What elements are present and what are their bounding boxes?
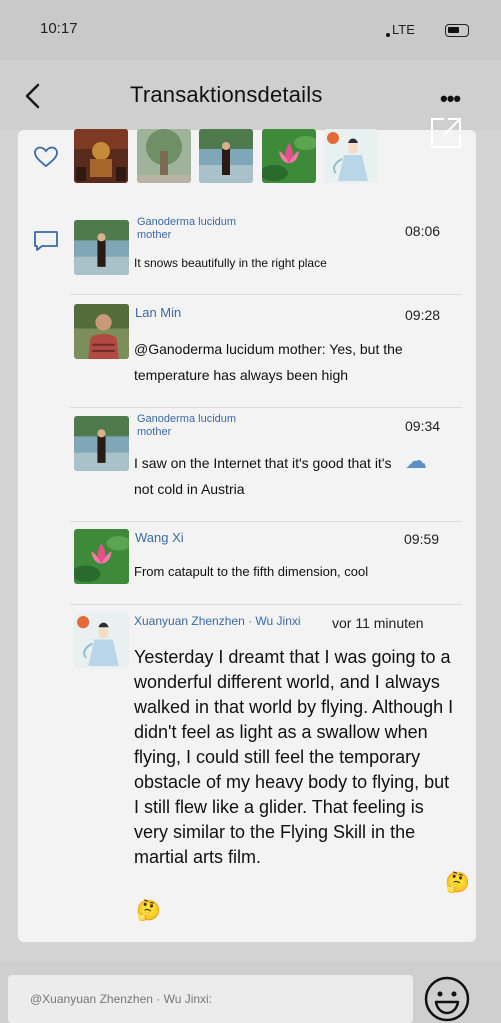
emoji-picker-icon[interactable] — [423, 975, 471, 1023]
comment-time: 09:28 — [405, 307, 441, 323]
comment-divider — [70, 407, 462, 408]
comment-avatar[interactable] — [74, 613, 129, 668]
comment-text: Yesterday I dreamt that I was going to a… — [134, 647, 454, 867]
page-title: Transaktionsdetails — [130, 82, 323, 107]
comment-text: From catapult to the fifth dimension, co… — [134, 564, 369, 579]
tree-avatar — [137, 129, 191, 183]
comment-time: 08:06 — [405, 223, 441, 239]
lakeside-person-avatar — [199, 129, 253, 183]
comment-avatar[interactable] — [74, 220, 129, 275]
comment-avatar[interactable] — [74, 304, 129, 359]
pink-lotus-avatar — [74, 529, 129, 584]
liker-avatar-3[interactable] — [199, 129, 253, 183]
lakeside-person-avatar — [74, 220, 129, 275]
liker-avatar-5[interactable] — [324, 129, 378, 183]
comment-author[interactable]: Ganoderma lucidum mother — [137, 413, 247, 439]
comment-time: 09:34 — [405, 418, 441, 434]
liker-avatar-4[interactable] — [262, 129, 316, 183]
comment-divider — [70, 294, 462, 295]
comment-divider — [70, 521, 462, 522]
signal-dot — [386, 33, 390, 37]
back-arrow-icon[interactable] — [22, 82, 44, 110]
heart-icon — [34, 146, 58, 168]
buddha-statue-avatar — [74, 129, 128, 183]
thinking-face-icon: 🤔 — [136, 900, 161, 922]
comment-time: 09:59 — [404, 531, 440, 547]
comment-author[interactable]: Wang Xi — [135, 531, 184, 544]
status-time: 10:17 — [40, 20, 78, 37]
share-icon[interactable] — [428, 115, 464, 151]
battery-icon — [445, 24, 469, 37]
pink-lotus-avatar — [262, 129, 316, 183]
comment-icon — [34, 231, 58, 251]
comment-text: I saw on the Internet that it's good tha… — [134, 455, 392, 497]
comment-avatar[interactable] — [74, 416, 129, 471]
comment-text: It snows beautifully in the right place — [134, 256, 327, 270]
man-portrait-avatar — [74, 304, 129, 359]
liker-avatar-2[interactable] — [137, 129, 191, 183]
fairy-drawing-avatar — [324, 129, 378, 183]
more-options-icon[interactable]: ••• — [440, 86, 461, 112]
comment-author[interactable]: Ganoderma lucidum mother — [137, 216, 247, 242]
comment-author[interactable]: Xuanyuan Zhenzhen · Wu Jinxi — [134, 615, 301, 628]
comment-text: @Ganoderma lucidum mother: Yes, but the … — [134, 341, 403, 383]
liker-avatar-1[interactable] — [74, 129, 128, 183]
fairy-drawing-avatar — [74, 613, 129, 668]
snow-cloud-icon: ☁ — [405, 448, 427, 473]
reply-input-placeholder: @Xuanyuan Zhenzhen · Wu Jinxi: — [30, 992, 213, 1006]
comment-avatar[interactable] — [74, 529, 129, 584]
network-label: LTE — [392, 22, 415, 37]
thinking-face-icon: 🤔 — [445, 872, 470, 894]
comment-divider — [70, 604, 462, 605]
comment-author[interactable]: Lan Min — [135, 306, 181, 319]
lakeside-person-avatar — [74, 416, 129, 471]
comment-time: vor 11 minuten — [332, 615, 424, 631]
